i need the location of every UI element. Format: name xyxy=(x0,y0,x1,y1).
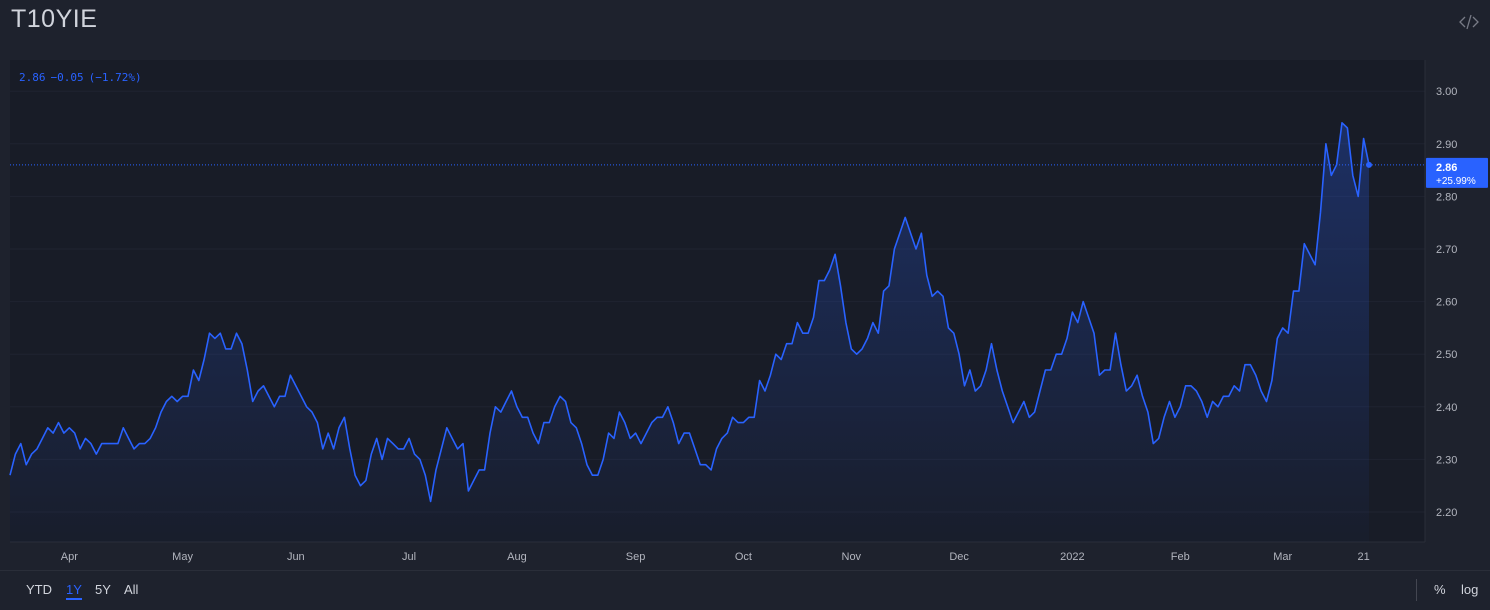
symbol-title: T10YIE xyxy=(11,5,98,33)
y-tick-label: 2.80 xyxy=(1436,191,1457,203)
x-tick-label: Feb xyxy=(1171,551,1190,563)
last-price-change: +25.99% xyxy=(1436,176,1476,187)
x-tick-label: Mar xyxy=(1273,551,1292,563)
y-tick-label: 2.70 xyxy=(1436,244,1457,256)
x-tick-label: May xyxy=(172,551,193,563)
x-tick-label: Aug xyxy=(507,551,527,563)
last-price-label: 2.86 +25.99% xyxy=(1426,157,1488,188)
y-tick-label: 2.40 xyxy=(1436,402,1457,414)
legend-value: 2.86 xyxy=(19,71,46,84)
x-tick-label: Dec xyxy=(949,551,969,563)
footer-toolbar: YTD 1Y 5Y All % log xyxy=(0,570,1490,610)
x-tick-label: Apr xyxy=(61,551,78,563)
legend-change-pct: (−1.72%) xyxy=(88,71,142,84)
x-tick-label: Jul xyxy=(402,551,416,563)
x-tick-label: Jun xyxy=(287,551,305,563)
last-price-value: 2.86 xyxy=(1436,162,1457,174)
legend-change: −0.05 xyxy=(50,71,84,84)
y-tick-label: 2.50 xyxy=(1436,349,1457,361)
code-embed-icon[interactable] xyxy=(1458,12,1480,32)
range-ytd-button[interactable]: YTD xyxy=(26,582,52,597)
percent-scale-toggle[interactable]: % xyxy=(1434,582,1446,597)
x-tick-label: 21 xyxy=(1357,551,1369,563)
y-tick-label: 3.00 xyxy=(1436,86,1457,98)
range-all-button[interactable]: All xyxy=(124,582,138,597)
price-chart[interactable]: 2.20 2.30 2.40 2.50 2.60 2.70 2.80 2.90 3.00 Apr… xyxy=(0,60,1490,570)
y-axis-labels: 2.20 2.30 2.40 2.50 2.60 2.70 2.80 2.90 3.00 xyxy=(1436,86,1457,519)
x-tick-label: Nov xyxy=(842,551,862,563)
x-axis-labels: Apr May Jun Jul Aug Sep Oct Nov Dec 2022 Feb Mar 21 xyxy=(61,551,1370,563)
x-tick-label: Sep xyxy=(626,551,646,563)
y-tick-label: 2.20 xyxy=(1436,507,1457,519)
footer-divider xyxy=(1416,579,1417,601)
chart-area[interactable]: 2.20 2.30 2.40 2.50 2.60 2.70 2.80 2.90 3.00 Apr… xyxy=(0,60,1490,570)
log-scale-toggle[interactable]: log xyxy=(1461,582,1478,597)
range-1y-button[interactable]: 1Y xyxy=(66,582,82,600)
y-tick-label: 2.90 xyxy=(1436,139,1457,151)
x-tick-label: Oct xyxy=(735,551,752,563)
header: T10YIE xyxy=(0,0,1490,46)
range-5y-button[interactable]: 5Y xyxy=(95,582,111,597)
last-point-dot xyxy=(1366,161,1372,168)
y-tick-label: 2.60 xyxy=(1436,297,1457,309)
legend: 2.86 −0.05 (−1.72%) xyxy=(19,71,147,84)
x-tick-label: 2022 xyxy=(1060,551,1084,563)
y-tick-label: 2.30 xyxy=(1436,454,1457,466)
